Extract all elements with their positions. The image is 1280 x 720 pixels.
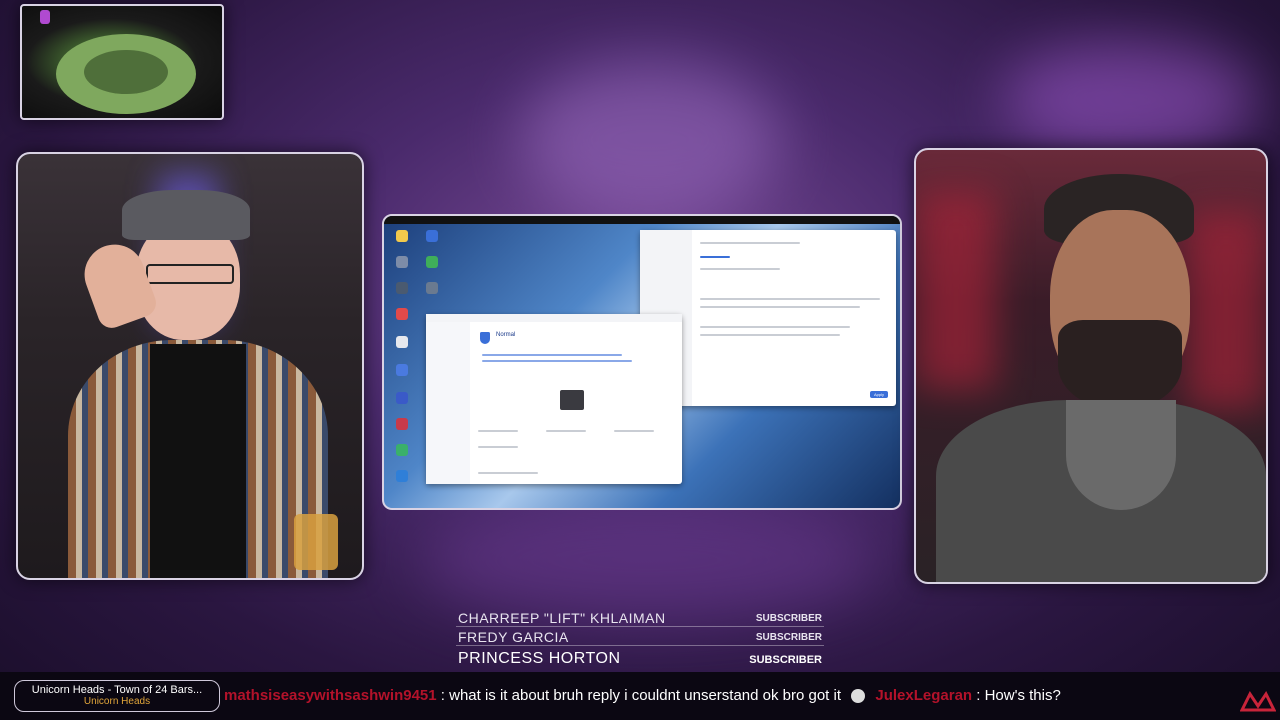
shared-screen: Apply Normal — [382, 214, 902, 510]
settings-text — [700, 326, 850, 328]
settings-text — [700, 334, 840, 336]
docker-app-icon[interactable] — [396, 470, 408, 482]
cushion-center — [84, 50, 168, 94]
storage-sidebar — [426, 322, 470, 484]
docker-icon[interactable] — [426, 256, 438, 268]
red-light — [916, 190, 996, 390]
chat-message: what is it about bruh reply i couldnt un… — [449, 687, 842, 704]
background-glow — [520, 60, 780, 220]
drive-label — [478, 430, 518, 432]
host-glasses — [146, 264, 234, 284]
bottom-ticker: Unicorn Heads - Town of 24 Bars... Unico… — [0, 672, 1280, 720]
control-panel-icon[interactable] — [396, 256, 408, 268]
shield-icon — [480, 332, 490, 344]
subscriber-badge: SUBSCRIBER — [755, 632, 822, 643]
host-cap — [122, 190, 250, 240]
background-glow — [1000, 40, 1260, 160]
subscriber-name: FREDY GARCIA — [458, 629, 569, 645]
assistant-icon[interactable] — [396, 392, 408, 404]
credit-row: PRINCESS HORTON SUBSCRIBER — [456, 646, 824, 668]
host-black-tshirt — [150, 344, 246, 578]
apply-button[interactable]: Apply — [870, 391, 888, 398]
security-icon[interactable] — [396, 418, 408, 430]
credit-row: CHARREEP "LIFT" KHLAIMAN SUBSCRIBER — [456, 608, 824, 627]
drive-label — [478, 446, 518, 448]
storage-icon[interactable] — [396, 282, 408, 294]
file-manager-icon[interactable] — [426, 230, 438, 242]
app-center-icon[interactable] — [396, 308, 408, 320]
performance-label — [478, 472, 538, 474]
enable-smb-checkbox[interactable] — [700, 256, 730, 258]
subscriber-badge: SUBSCRIBER — [755, 613, 822, 624]
chat-username: JulexLegaran — [875, 687, 973, 704]
sync-backup-icon[interactable] — [396, 444, 408, 456]
storage-status: Normal — [496, 332, 516, 338]
subscriber-name: CHARREEP "LIFT" KHLAIMAN — [458, 610, 666, 626]
now-playing-box: Unicorn Heads - Town of 24 Bars... Unico… — [14, 680, 220, 712]
workgroup-field[interactable] — [700, 268, 780, 270]
settings-text — [700, 298, 880, 300]
guest-beard — [1058, 320, 1182, 410]
storage-titlebar — [426, 314, 682, 322]
subscriber-credits: CHARREEP "LIFT" KHLAIMAN SUBSCRIBER FRED… — [456, 608, 824, 668]
subscriber-badge: SUBSCRIBER — [749, 654, 822, 666]
logs-icon[interactable] — [396, 336, 408, 348]
background-glow — [420, 500, 880, 620]
now-playing-artist: Unicorn Heads — [83, 696, 151, 707]
webcam-small — [20, 4, 224, 120]
channel-logo-icon — [1240, 691, 1276, 712]
whiskey-glass — [294, 514, 338, 570]
chat-message: How's this? — [984, 687, 1061, 704]
credit-row: FREDY GARCIA SUBSCRIBER — [456, 627, 824, 646]
notice-link[interactable] — [482, 360, 632, 362]
screen-top-bar — [384, 216, 900, 224]
webcam-right-guest — [914, 148, 1268, 584]
settings-text — [700, 306, 860, 308]
subscriber-name: PRINCESS HORTON — [458, 650, 621, 667]
cloud-drive-icon[interactable] — [426, 282, 438, 294]
chat-separator-icon — [851, 689, 866, 704]
drive-label — [546, 430, 586, 432]
now-playing-title: Unicorn Heads - Town of 24 Bars... — [31, 684, 203, 696]
red-light — [1186, 210, 1266, 410]
control-panel-tabs[interactable] — [700, 242, 800, 244]
drive-label — [614, 430, 654, 432]
storage-window: Normal — [426, 314, 682, 484]
support-icon[interactable] — [396, 364, 408, 376]
guest-undershirt — [1066, 400, 1176, 510]
notice-link[interactable] — [482, 354, 622, 356]
folder-icon[interactable] — [396, 230, 408, 242]
purple-light — [40, 10, 50, 24]
nas-device-image — [560, 390, 584, 410]
chat-username: mathsiseasywithsashwin9451 — [224, 687, 437, 704]
chat-ticker: mathsiseasywithsashwin9451 : what is it … — [224, 687, 1061, 704]
webcam-left-host — [16, 152, 364, 580]
